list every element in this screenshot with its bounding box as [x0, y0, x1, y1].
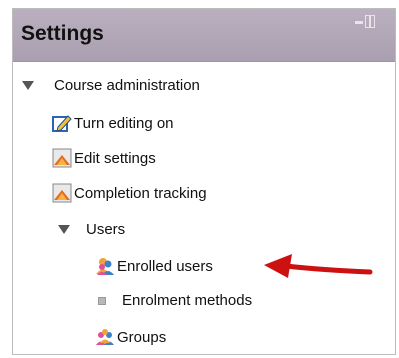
tree-item-groups[interactable]: Groups	[95, 327, 166, 347]
tree-item-label: Turn editing on	[74, 114, 174, 132]
tree-item-label: Enrolled users	[117, 257, 213, 275]
users-icon	[95, 256, 115, 276]
tree-item-label: Groups	[117, 328, 167, 346]
triangle-down-icon[interactable]	[22, 81, 34, 90]
block-title: Settings	[21, 22, 104, 45]
groups-icon	[95, 327, 115, 347]
bullet-square-icon	[98, 296, 106, 305]
tree-item-label: Enrolment methods	[122, 292, 253, 309]
block-header: Settings	[13, 9, 395, 62]
tree-item-course-administration[interactable]: Course administration	[22, 77, 200, 94]
tree-item-label: Completion tracking	[74, 184, 207, 202]
tree-item-label: Users	[86, 221, 126, 238]
tree-item-edit-settings[interactable]: Edit settings	[52, 148, 156, 168]
tree-item-turn-editing-on[interactable]: Turn editing on	[52, 113, 174, 133]
settings-icon	[52, 183, 72, 203]
dock-panel-icon[interactable]	[355, 15, 377, 29]
tree-item-label: Course administration	[54, 77, 200, 94]
tree-item-enrolment-methods[interactable]: Enrolment methods	[98, 292, 252, 309]
tree-item-label: Edit settings	[74, 149, 156, 167]
tree-item-users[interactable]: Users	[58, 221, 125, 238]
edit-pencil-icon	[52, 113, 72, 133]
triangle-down-icon[interactable]	[58, 225, 70, 234]
annotation-arrow-icon	[264, 254, 373, 278]
tree-item-completion-tracking[interactable]: Completion tracking	[52, 183, 207, 203]
tree-item-enrolled-users[interactable]: Enrolled users	[95, 256, 213, 276]
settings-icon	[52, 148, 72, 168]
